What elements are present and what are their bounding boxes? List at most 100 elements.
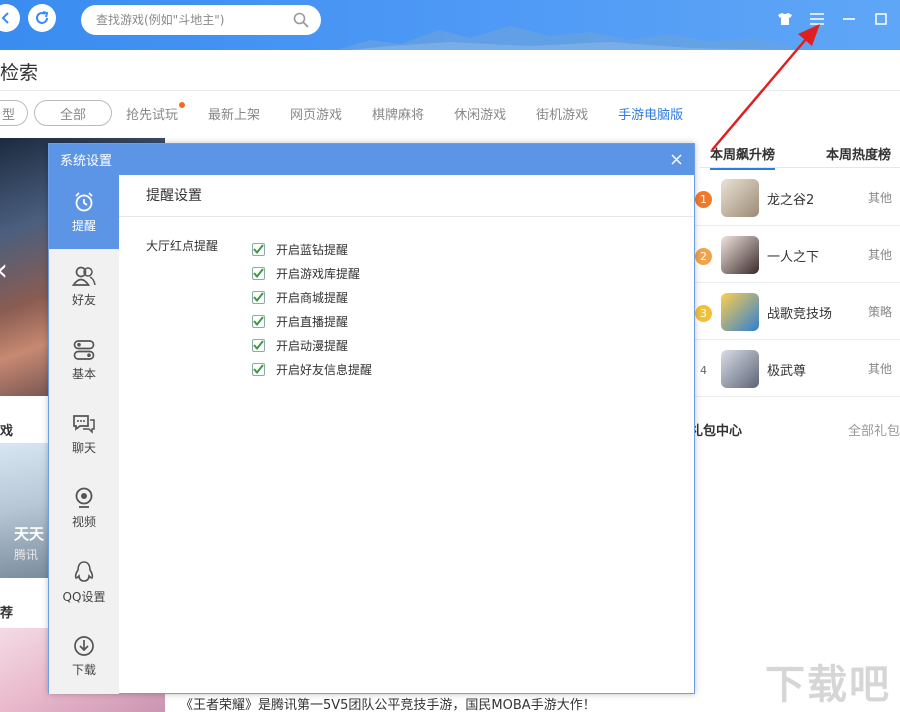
tile-title: 天天 (14, 523, 44, 544)
ranking-row[interactable]: 3 战歌竞技场 策略 (695, 283, 900, 340)
game-thumbnail[interactable] (721, 179, 759, 217)
checkbox[interactable] (252, 339, 265, 352)
tab-weekly-hot[interactable]: 本周热度榜 (826, 144, 891, 163)
checkbox[interactable] (252, 315, 265, 328)
category-tab-casual[interactable]: 休闲游戏 (454, 104, 506, 123)
settings-nav-friends[interactable]: 好友 (49, 249, 119, 323)
tile-subtitle: 腾讯 (14, 546, 38, 563)
category-all-pill[interactable]: 全部 (34, 100, 112, 126)
settings-nav-basic[interactable]: 基本 (49, 323, 119, 397)
settings-nav-qq[interactable]: QQ设置 (49, 545, 119, 619)
gift-all-link[interactable]: 全部礼包 (848, 420, 900, 439)
category-tab-mobile[interactable]: 手游电脑版 (618, 104, 683, 123)
checkbox[interactable] (252, 243, 265, 256)
chat-icon (72, 413, 96, 439)
category-tab-arcade[interactable]: 街机游戏 (536, 104, 588, 123)
game-name[interactable]: 战歌竞技场 (767, 303, 832, 322)
reminder-option[interactable]: 开启好友信息提醒 (252, 357, 372, 381)
category-tabs: 型 全部 抢先试玩 最新上架 网页游戏 棋牌麻将 休闲游戏 街机游戏 手游电脑版 (0, 100, 683, 126)
menu-icon[interactable] (808, 10, 826, 28)
checkbox-label: 开启直播提醒 (276, 313, 348, 330)
game-name[interactable]: 一人之下 (767, 246, 819, 265)
game-thumbnail[interactable] (721, 350, 759, 388)
game-type: 策略 (868, 303, 892, 320)
game-name[interactable]: 极武尊 (767, 360, 806, 379)
watermark-logo: 下载吧 (765, 652, 891, 710)
rank-number: 2 (695, 248, 712, 265)
checkbox[interactable] (252, 363, 265, 376)
reminder-option[interactable]: 开启直播提醒 (252, 309, 372, 333)
tab-weekly-rising[interactable]: 本周飙升榜 (710, 144, 775, 170)
category-type-pill[interactable]: 型 (0, 100, 28, 126)
game-type: 其他 (868, 246, 892, 263)
close-icon[interactable] (671, 154, 682, 165)
settings-nav-label: 基本 (72, 365, 96, 382)
settings-nav-label: 好友 (72, 291, 96, 308)
qq-penguin-icon (73, 560, 95, 588)
ranking-row[interactable]: 1 龙之谷2 其他 (695, 169, 900, 226)
back-button[interactable] (0, 4, 20, 32)
checkbox-label: 开启商城提醒 (276, 289, 348, 306)
gift-center-title: 礼包中心 (690, 420, 742, 439)
ranking-row[interactable]: 2 一人之下 其他 (695, 226, 900, 283)
checkbox-label: 开启动漫提醒 (276, 337, 348, 354)
window-controls (776, 10, 890, 28)
game-thumbnail[interactable] (721, 293, 759, 331)
search-box (81, 5, 321, 35)
category-tab-trial[interactable]: 抢先试玩 (126, 104, 178, 123)
checkbox-label: 开启游戏库提醒 (276, 265, 360, 282)
section-title: 提醒设置 (119, 175, 694, 217)
download-icon (73, 635, 95, 661)
skin-icon[interactable] (776, 10, 794, 28)
section-heading-games: 戏 (0, 420, 13, 439)
header-divider (0, 90, 900, 91)
rank-number: 3 (695, 305, 712, 322)
category-label: 抢先试玩 (126, 108, 178, 123)
settings-panel: 提醒设置 大厅红点提醒 开启蓝钻提醒开启游戏库提醒开启商城提醒开启直播提醒开启动… (119, 175, 694, 693)
settings-nav-download[interactable]: 下载 (49, 619, 119, 693)
top-bar (0, 0, 900, 50)
reminder-option[interactable]: 开启蓝钻提醒 (252, 237, 372, 261)
settings-nav-label: 提醒 (72, 217, 96, 234)
page-title: 检索 (0, 58, 38, 85)
back-icon (0, 11, 13, 25)
checkbox[interactable] (252, 291, 265, 304)
friends-icon (72, 265, 96, 291)
category-tab-chess[interactable]: 棋牌麻将 (372, 104, 424, 123)
alarm-clock-icon (73, 191, 95, 217)
category-tab-new[interactable]: 最新上架 (208, 104, 260, 123)
game-type: 其他 (868, 189, 892, 206)
settings-nav-chat[interactable]: 聊天 (49, 397, 119, 471)
chevron-left-icon[interactable]: ‹ (0, 253, 8, 288)
ranking-row[interactable]: 4 极武尊 其他 (695, 340, 900, 397)
search-icon[interactable] (293, 12, 309, 28)
reminder-option[interactable]: 开启游戏库提醒 (252, 261, 372, 285)
category-tab-web[interactable]: 网页游戏 (290, 104, 342, 123)
rank-number: 1 (695, 191, 712, 208)
checkbox[interactable] (252, 267, 265, 280)
reminder-option[interactable]: 开启动漫提醒 (252, 333, 372, 357)
game-thumbnail[interactable] (721, 236, 759, 274)
section-heading-recommend: 荐 (0, 602, 13, 621)
refresh-button[interactable] (28, 4, 56, 32)
reminder-options: 开启蓝钻提醒开启游戏库提醒开启商城提醒开启直播提醒开启动漫提醒开启好友信息提醒 (252, 237, 372, 381)
checkbox-label: 开启好友信息提醒 (276, 361, 372, 378)
rank-number: 4 (695, 362, 712, 379)
minimize-icon[interactable] (840, 10, 858, 28)
settings-nav-video[interactable]: 视频 (49, 471, 119, 545)
reminder-option[interactable]: 开启商城提醒 (252, 285, 372, 309)
settings-nav-label: 聊天 (72, 439, 96, 456)
game-name[interactable]: 龙之谷2 (767, 189, 814, 208)
refresh-icon (34, 10, 50, 26)
settings-nav: 提醒好友基本聊天视频 QQ设置下载 (49, 175, 119, 694)
dialog-titlebar: 系统设置 (49, 144, 694, 175)
ranking-tabs: 本周飙升榜 本周热度榜 (700, 140, 900, 168)
game-type: 其他 (868, 360, 892, 377)
search-input[interactable] (96, 13, 293, 27)
maximize-icon[interactable] (872, 10, 890, 28)
webcam-icon (73, 487, 95, 513)
settings-nav-label: QQ设置 (63, 588, 106, 605)
settings-nav-reminder[interactable]: 提醒 (49, 175, 119, 249)
dialog-title: 系统设置 (60, 150, 112, 169)
settings-nav-label: 视频 (72, 513, 96, 530)
